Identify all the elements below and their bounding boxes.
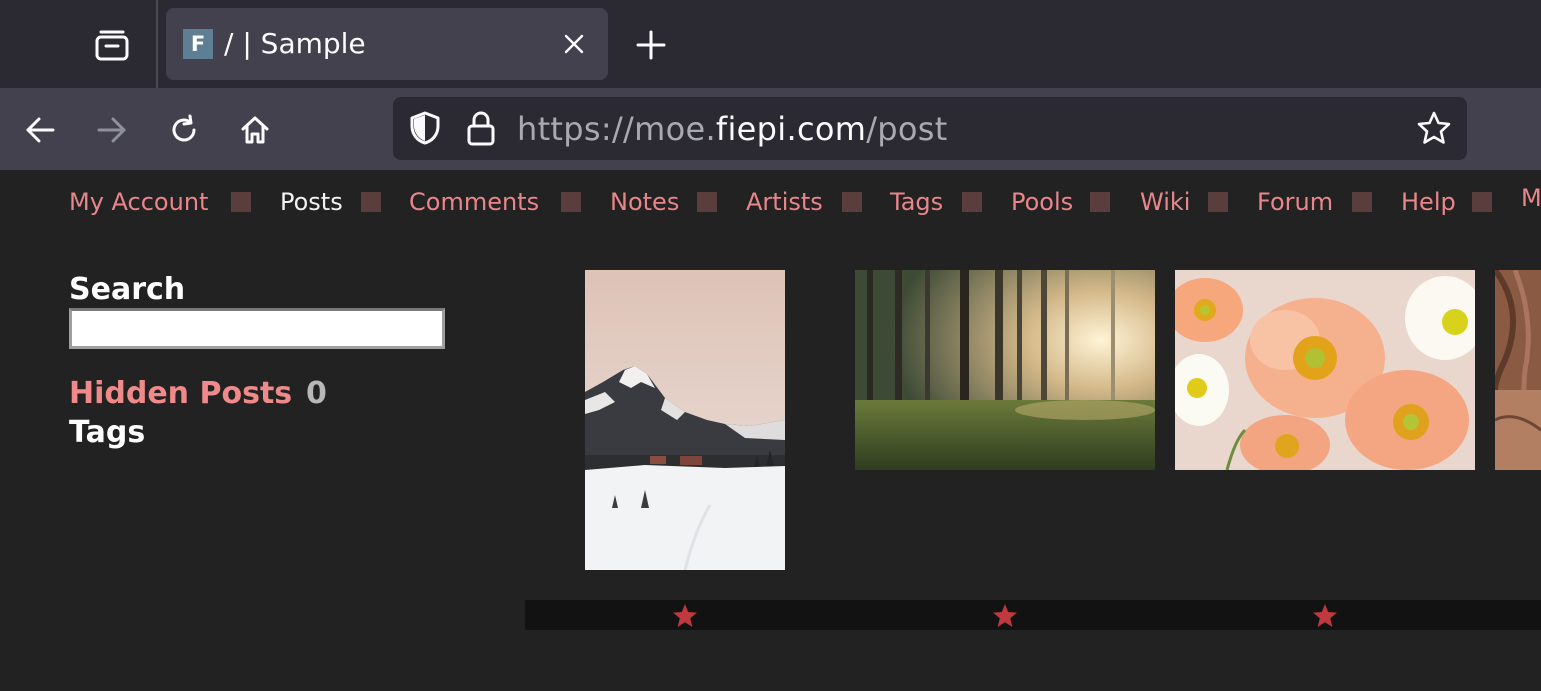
nav-posts[interactable]: Posts [280, 186, 343, 218]
lock-icon[interactable] [466, 110, 496, 146]
hidden-posts-link[interactable]: Hidden Posts [69, 376, 292, 412]
hidden-posts-count: 0 [306, 376, 327, 411]
nav-separator [1090, 192, 1110, 212]
nav-separator [1208, 192, 1228, 212]
home-icon[interactable] [239, 114, 271, 146]
nav-separator [1472, 192, 1492, 212]
star-icon[interactable] [992, 603, 1018, 629]
nav-separator [231, 192, 251, 212]
url-domain: fiepi.com [715, 110, 867, 148]
tab-separator [156, 0, 158, 88]
browser-tab[interactable]: F / | Sample [166, 8, 608, 80]
browser-nav-bar: https://moe.fiepi.com/post [0, 88, 1541, 170]
nav-pools[interactable]: Pools [1011, 186, 1073, 218]
nav-separator [1352, 192, 1372, 212]
bookmark-star-icon[interactable] [1417, 111, 1451, 145]
favicon-icon: F [183, 29, 213, 59]
nav-my-account[interactable]: My Account [69, 186, 208, 218]
site-nav: My Account Posts Comments Notes Artists … [0, 170, 1541, 232]
back-arrow-icon[interactable] [24, 114, 56, 146]
nav-tags[interactable]: Tags [890, 186, 943, 218]
tab-title: / | Sample [224, 27, 366, 60]
url-subdomain: moe. [634, 110, 716, 148]
nav-separator [842, 192, 862, 212]
bark-image [1495, 270, 1541, 470]
nav-artists[interactable]: Artists [746, 186, 823, 218]
nav-comments[interactable]: Comments [409, 186, 539, 218]
address-bar[interactable]: https://moe.fiepi.com/post [393, 97, 1467, 160]
nav-help[interactable]: Help [1401, 186, 1456, 218]
post-thumbnail[interactable] [585, 270, 785, 570]
star-icon[interactable] [1312, 603, 1338, 629]
new-tab-plus-icon[interactable] [636, 30, 666, 60]
forward-arrow-icon[interactable] [96, 114, 128, 146]
nav-forum[interactable]: Forum [1257, 186, 1333, 218]
close-icon[interactable] [562, 32, 586, 56]
post-thumbnail[interactable] [1175, 270, 1475, 470]
nav-more[interactable]: M [1521, 182, 1541, 214]
post-thumbnail[interactable] [1495, 270, 1541, 470]
nav-separator [361, 192, 381, 212]
post-thumbnail[interactable] [855, 270, 1155, 470]
reload-icon[interactable] [168, 114, 200, 146]
nav-separator [962, 192, 982, 212]
tags-heading: Tags [69, 415, 146, 450]
mountain-image [585, 270, 785, 570]
url-text[interactable]: https://moe.fiepi.com/post [517, 109, 948, 149]
forest-image [855, 270, 1155, 470]
flowers-image [1175, 270, 1475, 470]
tracking-shield-icon[interactable] [409, 111, 441, 145]
url-path: /post [866, 110, 948, 148]
nav-notes[interactable]: Notes [610, 186, 679, 218]
search-heading: Search [69, 272, 186, 307]
tab-overview-icon[interactable] [94, 28, 130, 64]
url-scheme: https:// [517, 110, 635, 148]
post-score-bar [525, 600, 1541, 630]
nav-wiki[interactable]: Wiki [1140, 186, 1190, 218]
search-input[interactable] [69, 308, 445, 349]
browser-tab-bar: F / | Sample [0, 0, 1541, 88]
star-icon[interactable] [672, 603, 698, 629]
nav-separator [697, 192, 717, 212]
nav-separator [561, 192, 581, 212]
